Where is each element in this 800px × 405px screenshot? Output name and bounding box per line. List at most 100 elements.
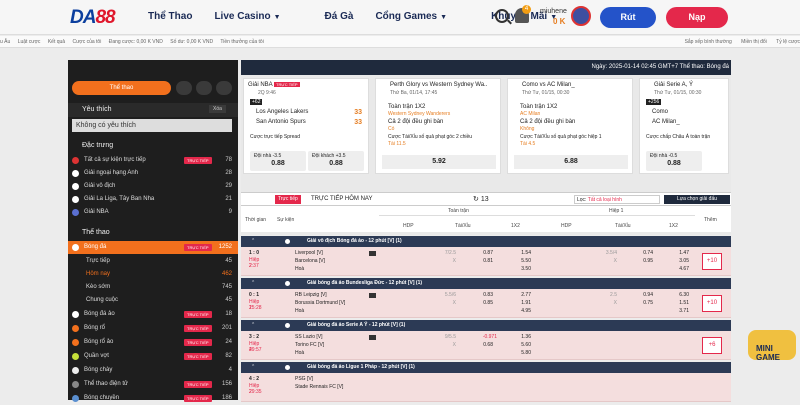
sidebar-item[interactable]: Giải vô địch 29 [68,180,238,193]
odds-cell[interactable]: 4.67 [669,266,689,272]
live-stream-icon[interactable] [369,293,376,298]
nav-games[interactable]: Cổng Games ▼ [375,11,469,22]
filter-select[interactable]: Lọc: Tất cả loại hình [574,195,660,204]
item-count: 28 [225,170,232,176]
odds-cell[interactable]: 1.51 [669,300,689,306]
odds-cell[interactable]: 0.87 [473,250,493,256]
odds-cell[interactable]: 0.68 [473,342,493,348]
deposit-button[interactable]: Nạp [666,7,728,28]
item-label: Kèo sớm [86,284,111,290]
sidebar-item[interactable]: Bóng chày 4 [68,364,238,377]
sidebar-item[interactable]: Giải ngoại hạng Anh 28 [68,167,238,180]
chevron-up-icon: ⌃ [251,364,256,370]
more-markets-button[interactable]: +10 [702,253,722,270]
display-dropdown[interactable]: Miền thị đổi [741,39,767,45]
search-icon[interactable] [495,9,509,23]
sports-toggle-button[interactable]: Thể thao [72,81,171,95]
odds-cell[interactable]: 1.36 [511,334,531,340]
odds-cell[interactable]: 2.77 [511,292,531,298]
odds-cell[interactable]: 0.74 [633,250,653,256]
filter-label: Lọc: [577,197,587,203]
odds-cell[interactable]: 3.71 [669,308,689,314]
live-tab[interactable]: Trực tiếp [275,195,301,204]
more-markets-button[interactable]: +10 [702,295,722,312]
odds-cell[interactable]: 0.75 [633,300,653,306]
odds-cell[interactable]: 1.91 [511,300,531,306]
live-stream-icon[interactable] [369,251,376,256]
sidebar-item[interactable]: Bóng chuyền TRỰC TIẾP 186 [68,392,238,405]
sidebar-item[interactable]: Quần vợt TRỰC TIẾP 82 [68,350,238,363]
sidebar-subitem[interactable]: Trực tiếp 45 [68,255,238,268]
team-home: SS Lazio [V] [295,334,323,340]
featured-header[interactable]: Đặc trưng [68,139,238,153]
odds-button[interactable]: 5.92 [382,155,496,169]
casino-icon[interactable] [176,81,192,95]
odds-cell[interactable]: 0.85 [473,300,493,306]
odds-cell[interactable]: 3.05 [669,258,689,264]
market-name: Cược Tài/Xỉu số quả phạt góc 2 chiều [388,134,473,140]
league-header[interactable]: ⌃ Giải bóng đá ảo Ligue 1 Pháp - 12 phút … [241,362,731,373]
odds-cell[interactable]: -0.971 [473,334,497,340]
avatar[interactable] [571,6,591,26]
odds-cell[interactable]: 1.54 [511,250,531,256]
sports-header[interactable]: Thể thao [68,226,238,240]
sort-dropdown[interactable]: Sắp xếp bình thường [685,39,732,45]
more-markets-button[interactable]: +6 [702,337,722,354]
sidebar-item[interactable]: Giải La Liga, Tây Ban Nha 21 [68,193,238,206]
sidebar-subitem[interactable]: Kèo sớm 745 [68,281,238,294]
sidebar-subitem[interactable]: Hôm nay 462 [68,268,238,281]
league-header[interactable]: ⌃ Giải vô địch Bóng đá ảo - 12 phút [V] (… [241,236,731,247]
item-count: 4 [228,367,232,373]
subbar-link[interactable]: Kết quả [48,39,65,45]
odds-cell[interactable]: 5.80 [511,350,531,356]
receipt-icon[interactable] [196,81,212,95]
more-markets-badge[interactable]: +62 [250,99,263,105]
chevron-up-icon: ⌃ [251,322,256,328]
odds-cell[interactable]: 3.50 [511,266,531,272]
subbar-link[interactable]: u Âu [0,39,10,45]
odds-cell[interactable]: 5.50 [511,258,531,264]
sidebar-item[interactable]: Bóng đá TRỰC TIẾP 1252 [68,241,238,254]
league-header[interactable]: ⌃ Giải bóng đá ảo Bundesliga Đức - 12 phú… [241,278,731,289]
sidebar-item[interactable]: Giải NBA 9 [68,206,238,219]
sidebar-subitem[interactable]: Chung cuộc 45 [68,294,238,307]
basketball-icon [72,325,79,332]
logo[interactable]: DA88 [70,7,116,29]
odds-cell[interactable]: 0.81 [473,258,493,264]
combo-card[interactable]: Perth Glory vs Western Sydney Wa.. Thứ B… [375,78,501,174]
more-markets-badge[interactable]: +256 [646,99,662,105]
odds-button[interactable]: Đội nhà -0.5 0.88 [646,151,702,171]
nav-cockfight[interactable]: Đá Gà [325,11,354,22]
live-stream-icon[interactable] [369,335,376,340]
odds-dropdown[interactable]: Tỷ lệ cược [776,39,800,45]
match-card[interactable]: Giải NBA TRỰC TIẾP 2Q 9:46 +62 Los Angel… [243,78,369,174]
odds-cell[interactable]: 5.60 [511,342,531,348]
sidebar-item[interactable]: Thể thao điện tử TRỰC TIẾP 156 [68,378,238,391]
subbar-link[interactable]: Tiền thưởng của tôi [220,39,263,45]
sidebar-item[interactable]: Bóng rổ ảo TRỰC TIẾP 24 [68,336,238,349]
odds-button[interactable]: 6.88 [514,155,628,169]
odds-cell[interactable]: 0.83 [473,292,493,298]
odds-cell[interactable]: 0.94 [633,292,653,298]
odds-cell[interactable]: 4.95 [511,308,531,314]
odds-cell[interactable]: 0.95 [633,258,653,264]
combo-card[interactable]: Como vs AC Milan_ Thứ Tư, 01/15, 00:30 T… [507,78,633,174]
mini-game-badge[interactable]: MINI GAME [748,330,796,362]
sidebar-item[interactable]: Bóng đá ảo TRỰC TIẾP 18 [68,308,238,321]
league-header[interactable]: ⌃ Giải bóng đá ảo Serie A Ý - 12 phút [V]… [241,320,731,331]
choose-league-button[interactable]: Lựa chọn giải đấu [664,195,730,204]
match-card[interactable]: Giải Serie A, Ý Thứ Tư, 01/15, 00:30 +25… [639,78,729,174]
nav-live-casino[interactable]: Live Casino ▼ [214,11,302,22]
nav-sports[interactable]: Thể Thao [148,11,192,22]
odds-button[interactable]: Đội nhà -3.5 0.88 [250,151,306,171]
clear-favorites-button[interactable]: Xóa [209,105,226,113]
odds-cell[interactable]: 1.47 [669,250,689,256]
sidebar-item[interactable]: Tất cả sự kiện trực tiếp TRỰC TIẾP 78 [68,154,238,167]
sidebar-item[interactable]: Bóng rổ TRỰC TIẾP 201 [68,322,238,335]
withdraw-button[interactable]: Rút [600,7,656,28]
odds-cell[interactable]: 6.30 [669,292,689,298]
subbar-link[interactable]: Cược của tôi [72,39,101,45]
subbar-link[interactable]: Luật cược [18,39,41,45]
odds-button[interactable]: Đội khách +3.5 0.88 [308,151,364,171]
list-icon[interactable] [216,81,232,95]
